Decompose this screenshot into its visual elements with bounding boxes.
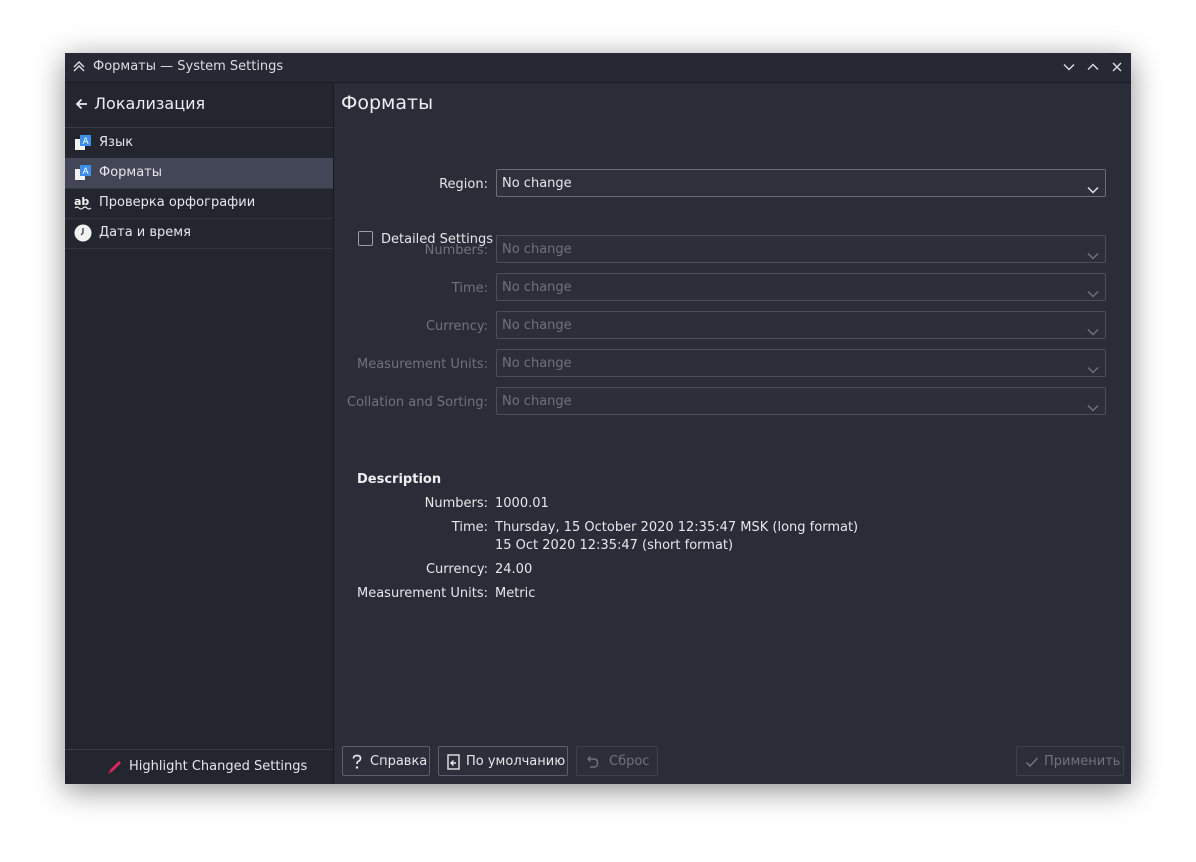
back-to-localization[interactable]: Локализация [65, 83, 333, 128]
help-button[interactable]: Справка [342, 746, 430, 776]
desc-time-label: Time: [451, 520, 488, 535]
collation-combobox[interactable]: No change [496, 387, 1106, 415]
sidebar-item-datetime[interactable]: Дата и время [65, 218, 333, 249]
detailed-settings-checkbox[interactable] [358, 231, 373, 246]
time-label: Time: [451, 281, 488, 296]
minimize-button[interactable] [1061, 59, 1077, 75]
time-combobox[interactable]: No change [496, 273, 1106, 301]
currency-combobox[interactable]: No change [496, 311, 1106, 339]
numbers-value: No change [502, 242, 572, 257]
desc-time-long-value: Thursday, 15 October 2020 12:35:47 MSK (… [495, 520, 859, 535]
measurement-units-value: No change [502, 356, 572, 371]
numbers-combobox[interactable]: No change [496, 235, 1106, 263]
window-title: Форматы — System Settings [93, 59, 284, 74]
arrow-left-icon[interactable] [75, 96, 89, 115]
page-title: Форматы [341, 92, 434, 114]
language-icon: A [74, 134, 92, 152]
desc-measurement-value: Metric [495, 586, 536, 601]
svg-text:ab: ab [74, 195, 89, 208]
sidebar-back-label: Локализация [94, 94, 206, 113]
numbers-label: Numbers: [424, 243, 488, 258]
desc-numbers-value: 1000.01 [495, 496, 549, 511]
help-icon [351, 754, 363, 774]
desc-currency-label: Currency: [425, 562, 488, 577]
title-bar[interactable]: Форматы — System Settings [65, 53, 1131, 83]
currency-label: Currency: [425, 319, 488, 334]
svg-text:A: A [83, 137, 90, 147]
sidebar-item-formats[interactable]: A Форматы [65, 158, 333, 189]
help-label: Справка [370, 754, 428, 769]
close-button[interactable] [1109, 59, 1125, 75]
maximize-button[interactable] [1085, 59, 1101, 75]
formats-icon: A [74, 164, 92, 182]
currency-value: No change [502, 318, 572, 333]
highlight-changed-settings-label: Highlight Changed Settings [129, 759, 308, 774]
reset-button[interactable]: Сброс [576, 746, 658, 776]
chevron-down-icon [1087, 397, 1099, 416]
system-settings-window: Форматы — System Settings Локализация A … [65, 53, 1131, 784]
region-combobox[interactable]: No change [496, 169, 1106, 197]
sidebar-item-label: Форматы [99, 165, 163, 180]
chevron-down-icon [1087, 321, 1099, 340]
checkmark-icon [1025, 754, 1039, 773]
defaults-label: По умолчанию [466, 754, 566, 769]
apply-label: Применить [1044, 754, 1121, 769]
region-label: Region: [439, 177, 488, 192]
apply-button[interactable]: Применить [1016, 746, 1124, 776]
sidebar-item-spellcheck[interactable]: ab Проверка орфографии [65, 188, 333, 219]
desc-measurement-label: Measurement Units: [357, 586, 488, 601]
sidebar-item-label: Дата и время [99, 225, 191, 240]
undo-icon [585, 754, 599, 773]
window-menu-icon[interactable] [72, 59, 86, 78]
sidebar-item-label: Язык [99, 135, 134, 150]
spellcheck-icon: ab [74, 194, 92, 212]
chevron-down-icon [1087, 359, 1099, 378]
collation-label: Collation and Sorting: [347, 395, 488, 410]
reset-label: Сброс [609, 754, 650, 769]
clock-icon [74, 224, 92, 242]
svg-text:A: A [83, 167, 90, 177]
time-value: No change [502, 280, 572, 295]
sidebar: Локализация A Язык A Форматы ab Проверка… [65, 83, 334, 784]
measurement-units-combobox[interactable]: No change [496, 349, 1106, 377]
document-revert-icon [447, 754, 461, 774]
description-heading: Description [357, 472, 442, 487]
sidebar-item-language[interactable]: A Язык [65, 128, 333, 159]
chevron-down-icon [1087, 179, 1099, 198]
region-value: No change [502, 176, 572, 191]
formats-page: Форматы Region: No change Detailed Setti… [335, 83, 1131, 784]
measurement-units-label: Measurement Units: [357, 357, 488, 372]
chevron-down-icon [1087, 283, 1099, 302]
desc-currency-value: 24.00 [495, 562, 533, 577]
defaults-button[interactable]: По умолчанию [438, 746, 568, 776]
collation-value: No change [502, 394, 572, 409]
desc-numbers-label: Numbers: [424, 496, 488, 511]
sidebar-item-label: Проверка орфографии [99, 195, 256, 210]
highlight-changed-settings-button[interactable]: Highlight Changed Settings [65, 749, 333, 785]
chevron-down-icon [1087, 245, 1099, 264]
desc-time-short-value: 15 Oct 2020 12:35:47 (short format) [495, 538, 734, 553]
pen-icon [106, 758, 124, 780]
